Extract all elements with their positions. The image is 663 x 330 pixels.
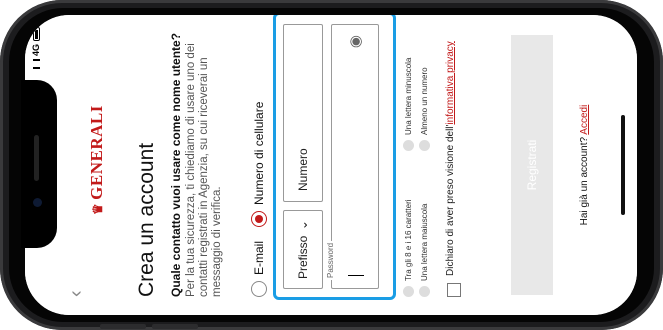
question-text: Quale contatto vuoi usare come nome uten… [169,32,183,297]
radio-mobile[interactable]: Numero di cellulare [251,102,267,227]
signup-page: 4G ‹ ♛GENERALI Crea un account Quale con… [25,15,637,315]
screen: 4G ‹ ♛GENERALI Crea un account Quale con… [25,15,637,315]
rule-item: Tra gli 8 e i 16 caratteri [403,161,414,297]
generali-logo: ♛GENERALI [87,105,106,215]
rule-item: Una lettera maiuscola [419,161,430,297]
signal-icon [32,59,40,70]
privacy-link[interactable]: informativa privacy [445,41,456,124]
check-icon [419,286,430,297]
password-label: Password [326,240,335,280]
text-caret [348,275,364,276]
eye-icon[interactable]: ◉ [346,35,364,48]
phone-frame: 4G ‹ ♛GENERALI Crea un account Quale con… [0,0,663,330]
radio-email[interactable]: E-mail [251,241,267,297]
volume-button [152,324,198,329]
check-icon [403,286,414,297]
speaker-grille [34,135,39,181]
page-title: Crea un account [135,142,158,297]
check-icon [403,140,414,151]
camera-icon [33,198,42,207]
home-indicator[interactable] [621,115,625,215]
password-rules: Tra gli 8 e i 16 caratteri Una lettera m… [403,15,430,297]
consent-checkbox[interactable] [447,283,461,297]
explanation-text: Per la tua sicurezza, ti chiediamo di us… [185,43,223,297]
login-link[interactable]: Accedi [579,105,590,135]
lion-icon: ♛ [90,202,105,215]
login-prompt: Hai già un account? Accedi [579,104,590,226]
check-icon [419,140,430,151]
chevron-left-icon[interactable]: ‹ [65,290,88,297]
status-bar: 4G [31,27,41,70]
password-input[interactable]: Password ◉ [326,24,379,289]
network-label: 4G [31,44,41,57]
rule-item: Una lettera minuscola [403,15,414,151]
prefix-select[interactable]: Prefisso ⌄ [283,210,323,289]
phone-number-input[interactable]: Numero [283,24,323,202]
privacy-consent: Dichiaro di aver preso visione dell'info… [445,17,461,297]
notch [21,80,57,248]
radio-dot-selected[interactable] [251,210,267,227]
register-button[interactable]: Registrati [511,35,553,295]
chevron-down-icon: ⌄ [296,220,310,231]
radio-dot[interactable] [251,281,267,297]
contact-options: E-mail Numero di cellulare [251,102,267,297]
volume-button [100,324,146,329]
rule-item: Almeno un numero [419,15,430,151]
battery-icon [32,27,40,41]
